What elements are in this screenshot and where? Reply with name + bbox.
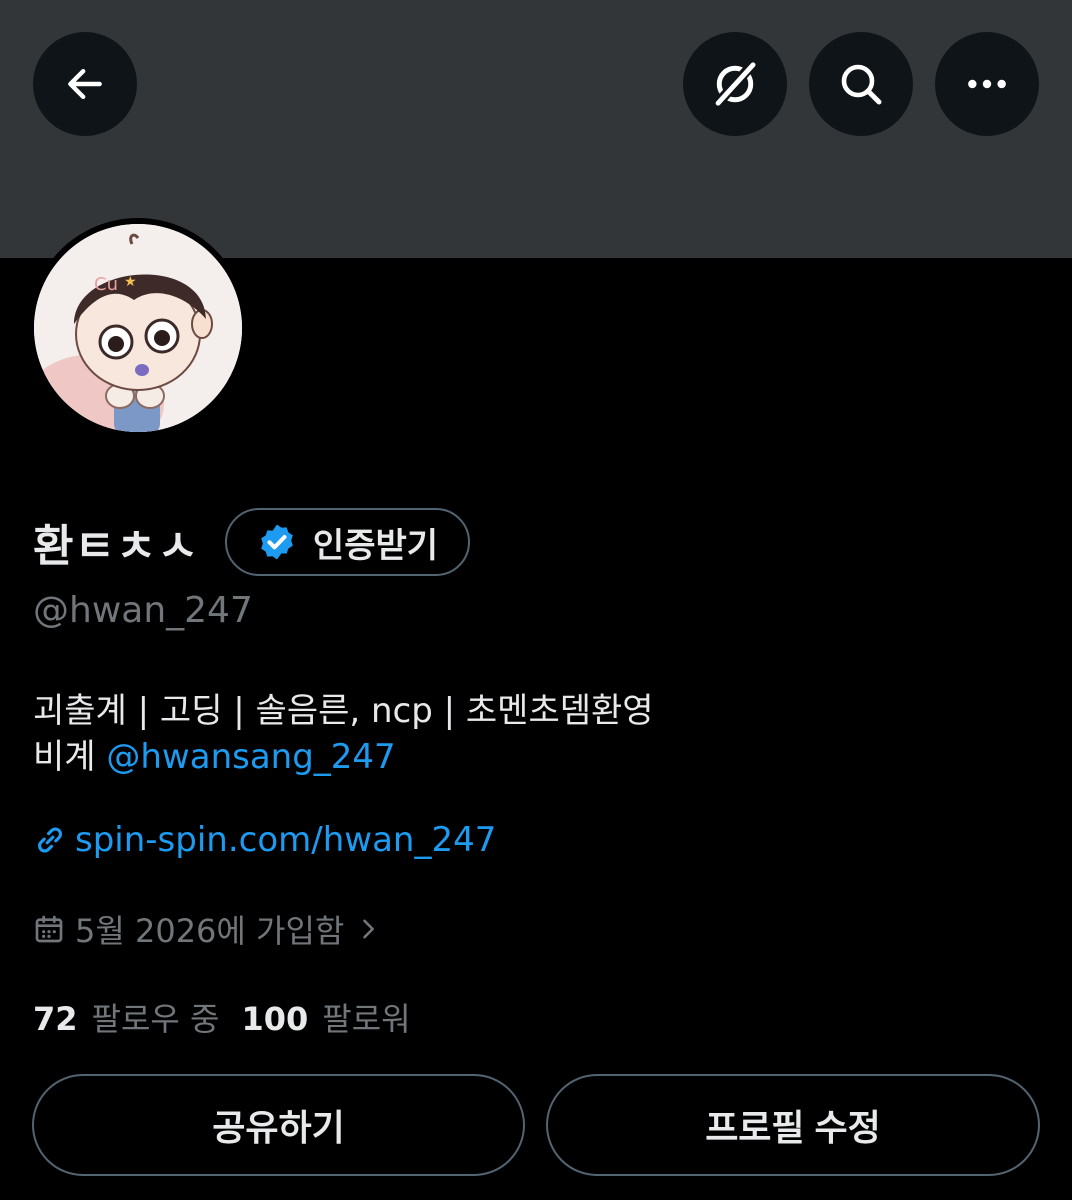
followers-link[interactable]: 100 팔로워 [241,994,410,1040]
more-dots-icon [968,79,1006,89]
followers-count: 100 [241,1000,309,1038]
user-handle: @hwan_247 [33,590,253,631]
website-row[interactable]: spin-spin.com/hwan_247 [33,820,496,860]
bio: 괴출계 | 고딩 | 솔음른, ncp | 초멘초뎀환영 비계 @hwansan… [33,688,654,780]
search-icon [841,64,882,105]
calendar-icon [35,915,63,943]
share-button[interactable]: 공유하기 [32,1074,525,1176]
search-button[interactable] [809,32,913,136]
svg-text:★: ★ [124,274,137,290]
following-link[interactable]: 72 팔로우 중 [33,994,219,1040]
chevron-right-icon [363,919,375,939]
following-label: 팔로우 중 [91,1000,220,1038]
bio-line-1: 괴출계 | 고딩 | 솔음른, ncp | 초멘초뎀환영 [33,691,654,731]
grok-icon [713,60,757,108]
back-button[interactable] [33,32,137,136]
get-verified-label: 인증받기 [312,525,439,566]
bio-mention-link[interactable]: @hwansang_247 [106,737,395,777]
more-button[interactable] [935,32,1039,136]
joined-date: 5월 2026에 가입함 [75,912,345,950]
bio-line-2: 비계 @hwansang_247 [33,734,654,780]
avatar[interactable]: Cu ★ [28,218,248,438]
display-name: 환ㅌㅊㅅ [33,521,199,572]
bio-prefix: 비계 [33,737,107,777]
grok-button[interactable] [683,32,787,136]
joined-date-row[interactable]: 5월 2026에 가입함 [33,906,382,952]
verified-badge-icon [261,524,293,560]
website-link[interactable]: spin-spin.com/hwan_247 [75,820,496,860]
following-count: 72 [33,1000,78,1038]
follow-stats: 72 팔로우 중 100 팔로워 [33,994,411,1040]
edit-profile-button[interactable]: 프로필 수정 [546,1074,1040,1176]
avatar-illustration: Cu ★ [34,224,242,432]
name-row: 환ㅌㅊㅅ 인증받기 [33,508,471,576]
svg-text:Cu: Cu [94,274,118,295]
arrow-left-icon [68,68,102,100]
get-verified-button[interactable]: 인증받기 [224,508,471,576]
link-icon [38,827,62,853]
avatar-image: Cu ★ [34,224,242,432]
followers-label: 팔로워 [322,1000,411,1038]
profile-banner[interactable] [0,0,1072,258]
